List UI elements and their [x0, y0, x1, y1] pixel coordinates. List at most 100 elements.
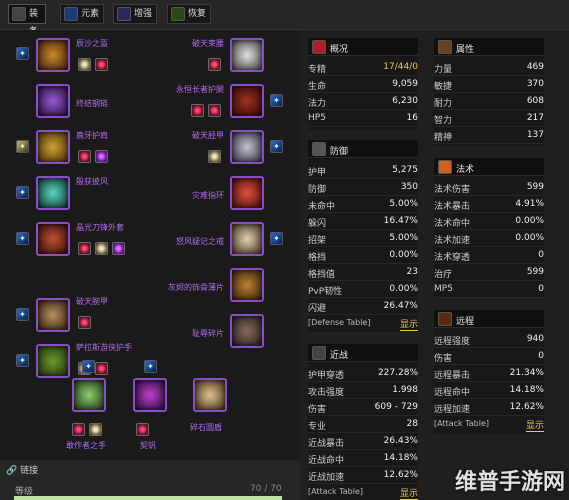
equip-slot-chest[interactable]	[36, 222, 70, 256]
stat-row: 闪避 26.47%	[308, 301, 418, 315]
tab-equipment[interactable]: 装备	[8, 4, 46, 37]
equip-slot-trinket2[interactable]	[230, 314, 264, 348]
stat-row: 敏捷 370	[434, 79, 544, 93]
stat-row: 法力 6,230	[308, 96, 418, 110]
gem-socket	[89, 423, 102, 436]
gem-socket	[78, 150, 91, 163]
stat-row: 格挡 0.00%	[308, 250, 418, 264]
tab-restoration[interactable]: 恢复	[167, 4, 211, 24]
equip-slot-mainhand[interactable]	[72, 378, 106, 412]
stat-row: 法术加速 0.00%	[434, 233, 544, 247]
item-name-ring2[interactable]: 怒风疑记之戒	[150, 236, 224, 247]
tab-enhancement[interactable]: 增强	[113, 4, 157, 24]
stat-row: 远程强度 940	[434, 334, 544, 348]
item-name-mainhand[interactable]: 敢作者之手	[66, 440, 106, 451]
melee-header: 近战	[308, 344, 418, 362]
stat-row: 专精 17/44/0	[308, 62, 418, 76]
item-name-feet[interactable]: 破天胫甲	[160, 130, 224, 141]
equip-slot-ring1[interactable]	[230, 176, 264, 210]
enchant-icon: ✦	[16, 232, 29, 245]
stat-row: 法术命中 0.00%	[434, 216, 544, 230]
tab-bar: 装备 元素 增强 恢复	[0, 0, 569, 37]
gem-socket	[95, 362, 108, 375]
stat-row: 躲闪 16.47%	[308, 216, 418, 230]
equip-slot-legs[interactable]	[230, 84, 264, 118]
watermark: 维普手游网	[454, 470, 565, 495]
gem-socket	[191, 104, 204, 117]
item-name-hands[interactable]: 萨拉斯游侠护手	[76, 342, 132, 353]
attributes-icon	[438, 40, 452, 54]
item-name-wrist[interactable]: 破天腕甲	[76, 296, 108, 307]
stat-row: 精神 137	[434, 130, 544, 144]
stat-row: 护甲 5,275	[308, 165, 418, 179]
melee-table-show-button[interactable]: 显示	[399, 486, 418, 500]
attributes-header: 属性	[434, 38, 544, 56]
ranged-header: 远程	[434, 310, 544, 328]
gem-socket	[78, 316, 91, 329]
ranged-table-show-button[interactable]: 显示	[525, 418, 544, 432]
gem-socket	[136, 423, 149, 436]
enchant-icon: ✦	[16, 354, 29, 367]
item-name-head[interactable]: 辰沙之盔	[76, 38, 108, 49]
enchant-icon: ✦	[270, 94, 283, 107]
item-name-back[interactable]: 殷获披风	[76, 176, 108, 187]
stat-row: MP5 0	[434, 282, 544, 298]
enchant-icon: ✦	[82, 360, 95, 373]
swords-icon	[312, 346, 326, 360]
stat-row: 格挡值 23	[308, 267, 418, 281]
equip-slot-shield[interactable]	[193, 378, 227, 412]
equip-slot-waist[interactable]	[230, 38, 264, 72]
stat-row: 法术伤害 599	[434, 182, 544, 196]
equip-slot-hands[interactable]	[36, 344, 70, 378]
stat-row: 招架 5.00%	[308, 233, 418, 247]
stat-row: 防御 350	[308, 182, 418, 196]
item-name-waist[interactable]: 破天束腰	[160, 38, 224, 49]
stat-row: 远程暴击 21.34%	[434, 368, 544, 382]
equip-slot-head[interactable]	[36, 38, 70, 72]
item-name-ring1[interactable]: 灾难指环	[160, 190, 224, 201]
defense-table-show-button[interactable]: 显示	[399, 317, 418, 331]
item-name-chest[interactable]: 晶光刀锋外套	[76, 222, 124, 233]
equip-slot-offhand[interactable]	[133, 378, 167, 412]
ranged-panel: 远程 远程强度 940 伤害 0 远程暴击 21.34% 远程命中 14.18% 远程加…	[434, 310, 544, 434]
item-name-offhand[interactable]: 契钒	[140, 440, 156, 451]
equip-slot-trinket1[interactable]	[230, 268, 264, 302]
gem-socket	[95, 58, 108, 71]
equip-slot-feet[interactable]	[230, 130, 264, 164]
stat-row: 法术暴击 4.91%	[434, 199, 544, 213]
equipment-panel: ✦ 辰沙之盔 终结钢链 ✦ 鹿牙护肩 ✦ 殷获披风 ✦ 晶光刀锋外套 ✦ 破天腕…	[0, 30, 300, 460]
stat-row: 力量 469	[434, 62, 544, 76]
gem-socket	[78, 58, 91, 71]
stat-row: 智力 217	[434, 113, 544, 127]
enchant-icon: ✦	[16, 140, 29, 153]
tab-elemental[interactable]: 元素	[60, 4, 104, 24]
stat-row: 远程命中 14.18%	[434, 385, 544, 399]
enchant-icon: ✦	[270, 232, 283, 245]
item-name-trinket2[interactable]: 耻辱碎片	[160, 328, 224, 339]
enchant-icon: ✦	[144, 360, 157, 373]
melee-table-label: [Attack Table]	[308, 487, 364, 496]
stat-row: 近战命中 14.18%	[308, 453, 418, 467]
item-name-neck[interactable]: 终结钢链	[76, 98, 108, 109]
equip-slot-shoulder[interactable]	[36, 130, 70, 164]
equip-slot-back[interactable]	[36, 176, 70, 210]
equip-slot-neck[interactable]	[36, 84, 70, 118]
defense-table-label: [Defense Table]	[308, 318, 371, 327]
equip-slot-ring2[interactable]	[230, 222, 264, 256]
link-title: 🔗 链接	[6, 466, 39, 476]
stat-row: 远程加速 12.62%	[434, 402, 544, 416]
overview-panel: 概况 专精 17/44/0 生命 9,059 法力 6,230 HP5 16	[308, 38, 418, 130]
item-name-trinket1[interactable]: 灰烬的饰骨薄片	[150, 282, 224, 293]
level-progress-bar	[14, 496, 282, 500]
gem-socket	[208, 104, 221, 117]
enchant-icon: ✦	[16, 186, 29, 199]
item-name-legs[interactable]: 永恒长者护腿	[150, 84, 224, 95]
item-name-shield[interactable]: 碎石圆盾	[190, 422, 222, 433]
stat-row: 法术穿透 0	[434, 250, 544, 264]
attributes-panel: 属性 力量 469 敏捷 370 耐力 608 智力 217 精神 137	[434, 38, 544, 146]
gem-socket	[208, 58, 221, 71]
gem-socket	[95, 242, 108, 255]
gem-socket	[72, 423, 85, 436]
item-name-shoulder[interactable]: 鹿牙护肩	[76, 130, 108, 141]
equip-slot-wrist[interactable]	[36, 298, 70, 332]
